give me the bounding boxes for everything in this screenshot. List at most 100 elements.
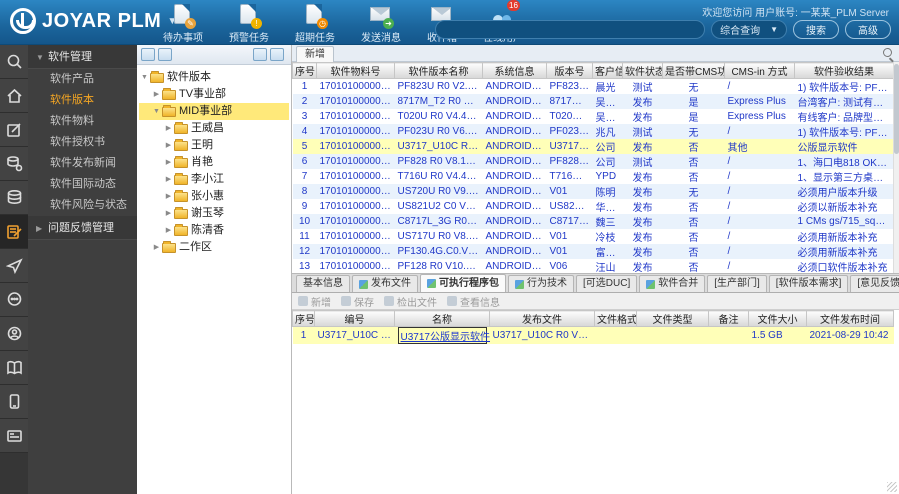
nav-item[interactable]: 软件版本 <box>28 90 137 111</box>
tree-node[interactable]: ▶ 陈清香 <box>139 222 289 239</box>
rail-broadcast-icon[interactable] <box>0 317 28 351</box>
column-header[interactable]: CMS-in 方式 <box>724 62 795 79</box>
column-header[interactable]: 软件物料号 <box>316 62 395 79</box>
rail-mobile-icon[interactable] <box>0 385 28 419</box>
tree-node[interactable]: ▼ 软件版本 <box>139 69 289 86</box>
column-header[interactable]: 序号 <box>292 310 315 327</box>
chevron-right-icon[interactable]: ▶ <box>163 137 174 154</box>
column-header[interactable]: 文件格式 <box>594 310 637 327</box>
column-header[interactable]: 文件大小 <box>748 310 807 327</box>
tab-new[interactable]: 新增 <box>296 46 334 62</box>
chevron-right-icon[interactable]: ▶ <box>151 239 162 256</box>
column-header[interactable]: 软件验收结果 <box>794 62 893 79</box>
global-search-input[interactable] <box>435 20 706 39</box>
table-row[interactable]: 3 1701010000021 T020U R0 V4.44 5Y ANDROID 1… <box>293 109 893 124</box>
search-button[interactable]: 搜索 <box>793 20 839 39</box>
tree-node[interactable]: ▶ 肖艳 <box>139 154 289 171</box>
table-search-icon[interactable] <box>882 47 895 60</box>
chevron-right-icon[interactable]: ▶ <box>163 205 174 222</box>
nav-item[interactable]: 软件国际动态 <box>28 174 137 195</box>
chevron-right-icon[interactable]: ▶ <box>163 154 174 171</box>
column-header[interactable]: 文件类型 <box>636 310 709 327</box>
collapse-all-icon[interactable] <box>270 48 284 61</box>
table-row[interactable]: 5 1701010000019 U3717_U10C R0 V ANDROID 11 U… <box>292 139 893 154</box>
table-row[interactable]: 11 1701010000013 US717U R0 V8.19 ANDROID 11… <box>293 229 894 244</box>
column-header[interactable]: 文件发布时间 <box>806 310 894 327</box>
chevron-right-icon[interactable]: ▶ <box>163 171 174 188</box>
vertical-scrollbar[interactable] <box>893 62 899 273</box>
tree-node[interactable]: ▶ TV事业部 <box>139 86 289 103</box>
detail-tab-7[interactable]: [软件版本需求] <box>768 275 849 292</box>
nav-section-1[interactable]: ▶ 问题反馈管理 <box>28 216 137 240</box>
column-header[interactable]: 是否带CMS功能 <box>662 62 725 79</box>
column-header[interactable]: 编号 <box>314 310 395 327</box>
table-row[interactable]: 4 1701010000020 PF023U R0 V6.163 ANDROID 11… <box>292 124 893 139</box>
table-row[interactable]: 8 1701010000016 US720U R0 V9.47 ANDROID 11 V… <box>292 184 893 199</box>
table-row[interactable]: 1U3717_U10C R0 VU3717公版显示软件包U3717_U10C R… <box>292 326 894 344</box>
table-row[interactable]: 6 1701010000018 PF828 R0 V8.127 H ANDROID 1… <box>292 154 893 169</box>
expand-all-icon[interactable] <box>253 48 267 61</box>
detail-toolbar-button-0[interactable]: 新增 <box>298 294 331 309</box>
detail-toolbar-button-3[interactable]: 查看信息 <box>447 294 500 309</box>
tree-node[interactable]: ▶ 李小江 <box>139 171 289 188</box>
column-header[interactable]: 软件版本名称 <box>394 62 483 79</box>
table-row[interactable]: 10 1701010000014 C8717L_3G R0 V8 ANDROID 11… <box>292 214 893 229</box>
rail-send-icon[interactable] <box>0 249 28 283</box>
detail-tab-0[interactable]: 基本信息 <box>296 275 350 292</box>
detail-toolbar-button-1[interactable]: 保存 <box>341 294 374 309</box>
tree-node[interactable]: ▶ 谢玉琴 <box>139 205 289 222</box>
nav-item[interactable]: 软件风险与状态 <box>28 195 137 216</box>
rail-database-icon[interactable] <box>0 181 28 215</box>
detail-tab-5[interactable]: 软件合并 <box>639 275 706 292</box>
tree-node[interactable]: ▼ MID事业部 <box>139 103 289 120</box>
tree-node[interactable]: ▶ 王明 <box>139 137 289 154</box>
column-header[interactable]: 软件状态 <box>622 62 663 79</box>
package-link[interactable]: U3717公版显示软件包 <box>397 327 490 344</box>
tree-settings-icon[interactable] <box>158 48 172 61</box>
rail-edit-icon[interactable] <box>0 113 28 147</box>
advanced-search-button[interactable]: 高级 <box>845 20 891 39</box>
chevron-right-icon[interactable]: ▶ <box>163 188 174 205</box>
toolbar-item-send-message[interactable]: ➜ 发送消息 <box>361 4 401 44</box>
search-scope-select[interactable]: 综合查询 ▼ <box>711 20 787 39</box>
chevron-right-icon[interactable]: ▶ <box>163 120 174 137</box>
column-header[interactable]: 版本号 <box>546 62 593 79</box>
table-row[interactable]: 7 1701010000017 T716U R0 V4.44 Y1 ANDROID 1… <box>293 169 893 184</box>
nav-item[interactable]: 软件物料 <box>28 111 137 132</box>
detail-tab-4[interactable]: [可选DUC] <box>576 275 638 292</box>
detail-tab-8[interactable]: [意见反馈] <box>850 275 899 292</box>
table-row[interactable]: 2 1701010000022 8717M_T2 R0 V4.4 ANDROID 11… <box>292 94 893 109</box>
detail-tab-2[interactable]: 可执行程序包 <box>420 274 506 292</box>
table-row[interactable]: 12 1701010000012 PF130.4G.C0.V9.46 ANDROID … <box>292 244 893 259</box>
column-header[interactable]: 客户信息 <box>592 62 623 79</box>
column-header[interactable]: 发布文件 <box>489 310 595 327</box>
rail-chat-icon[interactable] <box>0 283 28 317</box>
table-row[interactable]: 9 1701010000015 US821U2 C0 V9.1 ANDROID 10.… <box>293 199 894 214</box>
tree-node[interactable]: ▶ 张小惠 <box>139 188 289 205</box>
toolbar-item-warning-tasks[interactable]: ! 预警任务 <box>229 4 269 44</box>
chevron-down-icon[interactable]: ▼ <box>139 69 150 86</box>
column-header[interactable]: 序号 <box>292 62 317 79</box>
chevron-right-icon[interactable]: ▶ <box>151 86 162 103</box>
chevron-right-icon[interactable]: ▶ <box>163 222 174 239</box>
nav-item[interactable]: 软件授权书 <box>28 132 137 153</box>
resize-grip[interactable] <box>887 482 897 492</box>
column-header[interactable]: 名称 <box>394 310 490 327</box>
rail-database-gear-icon[interactable] <box>0 147 28 181</box>
detail-tab-3[interactable]: 行为技术 <box>508 275 574 292</box>
rail-home-icon[interactable] <box>0 79 28 113</box>
tree-node[interactable]: ▶ 王威昌 <box>139 120 289 137</box>
column-header[interactable]: 系统信息 <box>482 62 547 79</box>
column-header[interactable]: 备注 <box>708 310 749 327</box>
rail-document-edit-icon[interactable] <box>0 215 28 249</box>
rail-book-icon[interactable] <box>0 351 28 385</box>
detail-tab-6[interactable]: [生产部门] <box>707 275 767 292</box>
detail-tab-1[interactable]: 发布文件 <box>352 275 418 292</box>
refresh-icon[interactable] <box>141 48 155 61</box>
rail-search-icon[interactable] <box>0 45 28 79</box>
toolbar-item-todo-tasks[interactable]: ✎ 待办事项 <box>163 4 203 44</box>
nav-item[interactable]: 软件发布新闻 <box>28 153 137 174</box>
tree-node[interactable]: ▶ 二作区 <box>139 239 289 256</box>
detail-toolbar-button-2[interactable]: 检出文件 <box>384 294 437 309</box>
rail-card-icon[interactable] <box>0 419 28 453</box>
